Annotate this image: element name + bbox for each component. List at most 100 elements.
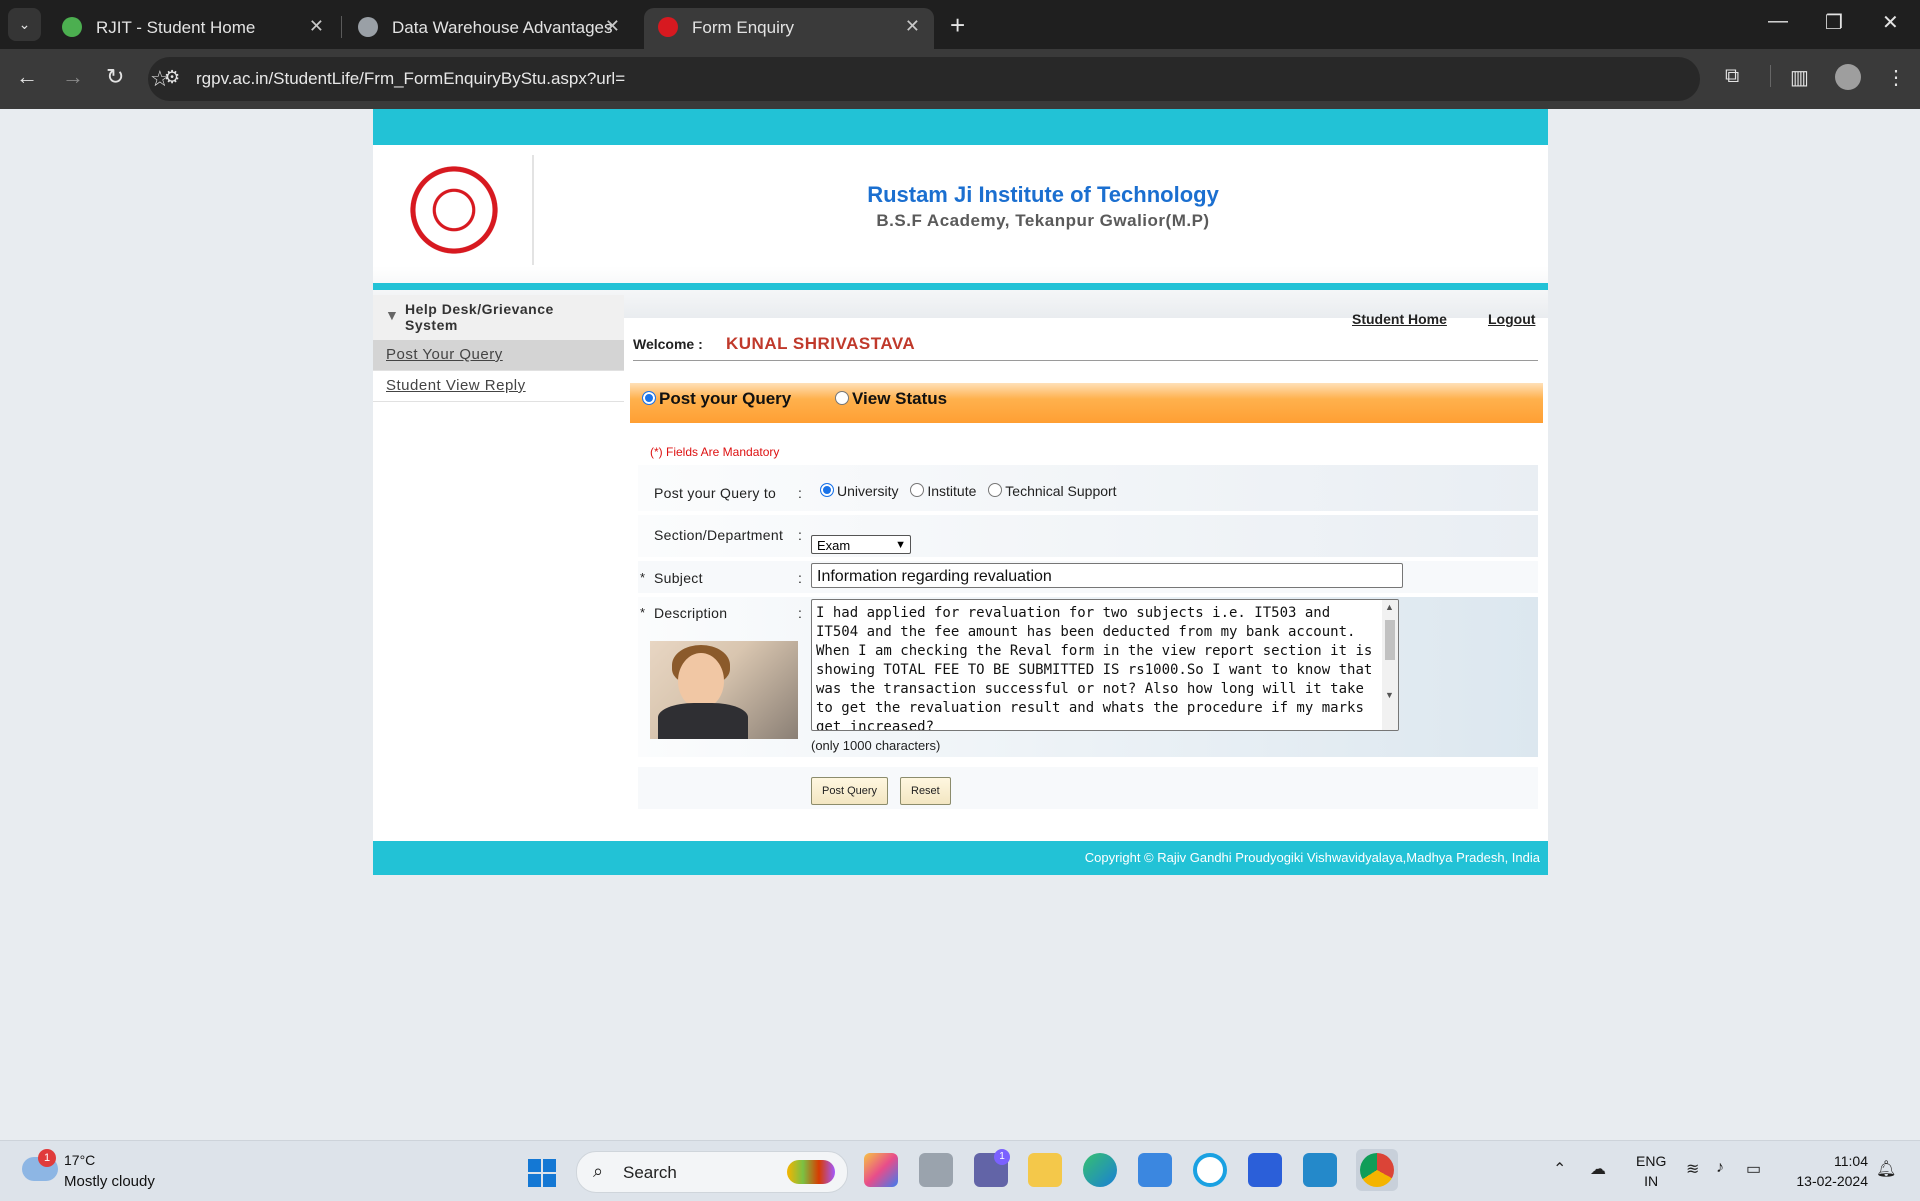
photo-face [678, 653, 724, 709]
character-limit-hint: (only 1000 characters) [811, 738, 941, 753]
profile-avatar[interactable] [1835, 64, 1861, 90]
cortana-icon[interactable] [1193, 1153, 1227, 1187]
radio-label: Institute [927, 483, 977, 499]
restore-icon[interactable]: ❐ [1825, 10, 1843, 35]
taskbar-search[interactable]: ⌕ Search [576, 1151, 848, 1193]
radio-unselected-icon[interactable] [835, 390, 849, 405]
minimize-icon[interactable]: — [1768, 10, 1788, 33]
browser-tab-1[interactable]: RJIT - Student Home ✕ [48, 8, 338, 49]
forward-icon[interactable]: → [62, 64, 84, 90]
search-highlight-icon [787, 1160, 835, 1184]
language-line2: IN [1644, 1173, 1659, 1189]
buttons-row: Post Query Reset [638, 767, 1538, 809]
system-clock[interactable]: 11:04 13-02-2024 [1780, 1151, 1868, 1191]
tab-search-button[interactable]: ⌄ [8, 8, 41, 41]
section-select[interactable]: Exam ▼ [811, 535, 911, 554]
radio-institute[interactable]: Institute [910, 483, 976, 499]
sidebar-item-post-your-query[interactable]: Post Your Query [373, 340, 624, 371]
radio-technical-support[interactable]: Technical Support [988, 483, 1117, 499]
extensions-icon[interactable]: ⧉ [1725, 65, 1739, 88]
scroll-down-icon[interactable]: ▼ [1385, 690, 1394, 700]
institute-address: B.S.F Academy, Tekanpur Gwalior(M.P) [876, 211, 1210, 230]
browser-tab-3[interactable]: Form Enquiry ✕ [644, 8, 934, 49]
radio-selected-icon[interactable] [820, 483, 834, 498]
sidebar: ▼ Help Desk/Grievance System Post Your Q… [373, 295, 624, 402]
description-textarea[interactable]: I had applied for revaluation for two su… [811, 599, 1399, 731]
back-icon[interactable]: ← [16, 64, 38, 90]
radio-selected-icon[interactable] [642, 390, 656, 405]
close-window-icon[interactable]: ✕ [1882, 10, 1899, 35]
browser-tab-2[interactable]: Data Warehouse Advantages ✕ [344, 8, 634, 49]
chrome-icon[interactable] [1360, 1153, 1394, 1187]
description-row: * Description : I had applied for revalu… [638, 597, 1538, 757]
section-row: Section/Department : Exam ▼ [638, 515, 1538, 557]
reload-icon[interactable]: ↻ [106, 64, 124, 90]
close-tab-icon[interactable]: ✕ [605, 16, 620, 37]
radio-unselected-icon[interactable] [988, 483, 1003, 498]
reset-button[interactable]: Reset [900, 777, 951, 805]
horizontal-rule [633, 360, 1538, 361]
university-logo [409, 165, 499, 255]
microsoft-store-icon[interactable] [1138, 1153, 1172, 1187]
teams-badge: 1 [994, 1149, 1010, 1165]
edge-icon[interactable] [1083, 1153, 1117, 1187]
scroll-up-icon[interactable]: ▲ [1385, 602, 1394, 612]
volume-icon[interactable]: ♪ [1716, 1159, 1724, 1177]
browser-tabstrip: ⌄ RJIT - Student Home ✕ Data Warehouse A… [0, 0, 1920, 49]
browser-toolbar: ← → ↻ ⚙ rgpv.ac.in/StudentLife/Frm_FormE… [0, 49, 1920, 109]
student-home-link[interactable]: Student Home [1352, 311, 1447, 327]
subject-label: Subject [654, 570, 703, 586]
toolbar-divider [1770, 65, 1771, 87]
power-automate-icon[interactable] [1248, 1153, 1282, 1187]
copyright-text: Copyright © Rajiv Gandhi Proudyogiki Vis… [1084, 850, 1540, 865]
textarea-scrollbar[interactable]: ▲ ▼ [1382, 600, 1398, 730]
weather-condition[interactable]: Mostly cloudy [64, 1173, 155, 1190]
sidebar-heading-label: Help Desk/Grievance System [405, 301, 554, 333]
side-panel-icon[interactable]: ▥ [1790, 65, 1809, 90]
task-view-icon[interactable] [919, 1153, 953, 1187]
sidebar-heading[interactable]: ▼ Help Desk/Grievance System [373, 295, 624, 340]
radio-unselected-icon[interactable] [910, 483, 925, 498]
post-query-radio-option[interactable]: Post your Query [642, 389, 791, 409]
helpdesk-agent-photo [650, 641, 798, 739]
battery-icon[interactable]: ▭ [1746, 1159, 1761, 1179]
tab-title: Form Enquiry [692, 18, 795, 37]
new-tab-icon[interactable]: + [950, 10, 965, 41]
address-bar[interactable]: ⚙ rgpv.ac.in/StudentLife/Frm_FormEnquiry… [148, 57, 1700, 101]
photo-body [658, 703, 748, 739]
vscode-icon[interactable] [1303, 1153, 1337, 1187]
colon: : [798, 485, 802, 501]
weather-badge: 1 [38, 1149, 56, 1167]
windows-start-icon[interactable] [528, 1159, 556, 1187]
tab-title: RJIT - Student Home [96, 18, 256, 37]
chevron-up-icon[interactable]: ⌃ [1553, 1159, 1566, 1179]
chevron-down-icon: ▼ [895, 539, 906, 551]
description-label: Description [654, 605, 728, 621]
query-to-label: Post your Query to [654, 485, 777, 501]
section-label: Section/Department [654, 527, 784, 543]
clock-time: 11:04 [1834, 1153, 1868, 1169]
close-tab-icon[interactable]: ✕ [309, 16, 324, 37]
post-query-button[interactable]: Post Query [811, 777, 889, 805]
weather-temp[interactable]: 17°C [64, 1152, 95, 1168]
file-explorer-icon[interactable] [1028, 1153, 1062, 1187]
collapse-triangle-icon[interactable]: ▼ [385, 307, 399, 323]
description-text: I had applied for revaluation for two su… [816, 605, 1381, 731]
close-tab-icon[interactable]: ✕ [905, 16, 920, 37]
language-indicator[interactable]: ENG IN [1636, 1151, 1666, 1191]
wifi-icon[interactable]: ≋ [1686, 1159, 1699, 1179]
copilot-icon[interactable] [864, 1153, 898, 1187]
logout-link[interactable]: Logout [1488, 311, 1535, 327]
radio-university[interactable]: University [820, 483, 898, 499]
view-status-radio-option[interactable]: View Status [835, 389, 947, 409]
menu-kebab-icon[interactable]: ⋮ [1886, 65, 1906, 90]
search-icon: ⌕ [593, 1161, 604, 1181]
scrollbar-thumb[interactable] [1385, 620, 1395, 660]
onedrive-icon[interactable]: ☁ [1590, 1159, 1606, 1179]
subject-input[interactable]: Information regarding revaluation [811, 563, 1403, 588]
bookmark-star-icon[interactable]: ☆ [150, 66, 1682, 92]
required-asterisk: * [640, 570, 646, 585]
colon: : [798, 527, 802, 543]
sidebar-item-student-view-reply[interactable]: Student View Reply [373, 371, 624, 402]
notification-bell-icon[interactable]: 🔔︎ [1876, 1159, 1896, 1179]
